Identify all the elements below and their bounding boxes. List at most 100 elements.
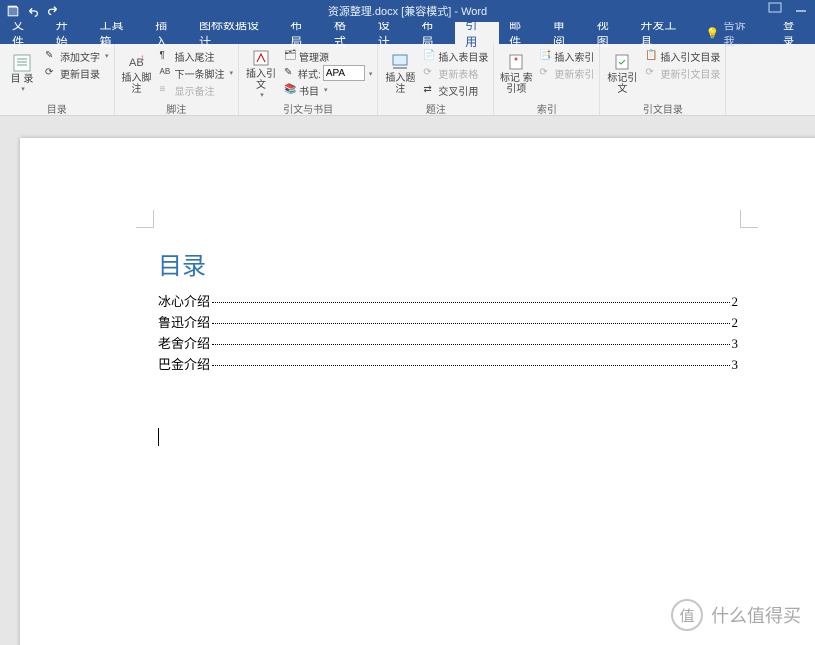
add-text-button[interactable]: ✎添加文字 [43,48,111,64]
mark-citation-icon [612,52,632,72]
toc-entry[interactable]: 老舍介绍3 [158,333,738,352]
page: 目录 冰心介绍2鲁迅介绍2老舍介绍3巴金介绍3 [20,138,815,645]
update-table-icon: ⟳ [423,67,435,79]
next-footnote-label: 下一条脚注 [175,66,225,81]
toc-entry-text: 冰心介绍 [158,291,210,310]
group-toc: 目 录 ✎添加文字 ⟳更新目录 目录 [0,44,115,115]
footnote-icon: AB1 [127,52,147,72]
manage-sources-label: 管理源 [299,49,329,64]
toc-entry-page: 2 [732,315,739,331]
insert-footnote-button[interactable]: AB1 插入脚注 [118,46,156,100]
title-bar: 资源整理.docx [兼容模式] - Word [0,0,815,22]
window-controls [767,0,809,16]
citation-icon [251,48,271,68]
quick-access-toolbar [0,4,60,18]
redo-icon[interactable] [46,4,60,18]
citation-style-row: ✎ 样式: [282,65,374,81]
biblio-icon: 📚 [284,84,296,96]
group-toc-label: 目录 [3,100,111,117]
insert-index-button[interactable]: 📑插入索引 [537,48,596,64]
style-dropdown-icon[interactable] [367,68,373,79]
biblio-label: 书目 [299,83,319,98]
tab-home[interactable]: 开始 [46,22,90,44]
cross-reference-button[interactable]: ⇄交叉引用 [421,82,490,98]
window-title: 资源整理.docx [兼容模式] - Word [328,3,487,19]
add-text-icon: ✎ [45,50,57,62]
toc-button[interactable]: 目 录 [3,46,41,100]
ribbon-options-icon[interactable] [767,0,783,16]
svg-text:1: 1 [141,56,145,62]
tab-developer[interactable]: 开发工具 [630,22,698,44]
add-text-label: 添加文字 [60,49,100,64]
group-index-label: 索引 [497,100,596,117]
tab-toolbox[interactable]: 工具箱 [90,22,146,44]
watermark-icon: 值 [671,599,703,631]
lightbulb-icon: 💡 [706,27,720,40]
update-toa-icon: ⟳ [645,67,657,79]
update-toa-label: 更新引文目录 [660,66,720,81]
insert-endnote-button[interactable]: ¶插入尾注 [158,48,236,64]
update-index-button: ⟳更新索引 [537,65,596,81]
tab-format[interactable]: 格式 [324,22,368,44]
endnote-label: 插入尾注 [175,49,215,64]
toc-entry-text: 巴金介绍 [158,354,210,373]
update-icon: ⟳ [45,67,57,79]
watermark-text: 什么值得买 [711,602,801,628]
insert-tof-button[interactable]: 📄插入表目录 [421,48,490,64]
citation-style-select[interactable] [323,65,365,81]
toc-leader-dots [212,365,729,366]
document-area[interactable]: 目录 冰心介绍2鲁迅介绍2老舍介绍3巴金介绍3 值 什么值得买 [0,116,815,645]
mark-index-button[interactable]: 标记 索引项 [497,46,535,100]
group-footnotes-label: 脚注 [118,100,236,117]
tab-design[interactable]: 设计 [368,22,412,44]
toc-entry[interactable]: 巴金介绍 3 [158,354,738,373]
next-footnote-icon: AB [160,67,172,79]
undo-icon[interactable] [26,4,40,18]
insert-index-icon: 📑 [539,50,551,62]
manage-sources-button[interactable]: 🗂管理源 [282,48,374,64]
show-notes-label: 显示备注 [175,83,215,98]
insert-toa-icon: 📋 [645,50,657,62]
update-index-icon: ⟳ [539,67,551,79]
mark-citation-button[interactable]: 标记引文 [603,46,641,100]
next-footnote-button[interactable]: AB下一条脚注 [158,65,236,81]
tab-view[interactable]: 视图 [587,22,631,44]
tab-references[interactable]: 引用 [455,22,499,44]
caption-label: 插入题注 [383,73,417,95]
insert-citation-button[interactable]: 插入引文 [242,46,280,100]
tof-icon: 📄 [423,50,435,62]
toc-entry-page: 3 [732,357,739,373]
toc-label: 目 录 [11,74,34,85]
ribbon: 目 录 ✎添加文字 ⟳更新目录 目录 AB1 插入脚注 ¶插入尾注 AB下一条脚… [0,44,815,116]
group-citations-label: 引文与书目 [242,100,374,117]
toc-entry[interactable]: 鲁迅介绍2 [158,312,738,331]
citation-label: 插入引文 [244,69,278,91]
tab-insert[interactable]: 插入 [145,22,189,44]
insert-toa-button[interactable]: 📋插入引文目录 [643,48,722,64]
group-index: 标记 索引项 📑插入索引 ⟳更新索引 索引 [494,44,600,115]
update-toc-label: 更新目录 [60,66,100,81]
tell-me[interactable]: 💡 告诉我... [698,22,773,44]
insert-caption-button[interactable]: 插入题注 [381,46,419,100]
group-citations: 插入引文 🗂管理源 ✎ 样式: 📚书目 引文与书目 [239,44,378,115]
tof-label: 插入表目录 [438,49,488,64]
tab-chart-design[interactable]: 图标数据设计 [189,22,280,44]
update-toc-button[interactable]: ⟳更新目录 [43,65,111,81]
tab-review[interactable]: 审阅 [543,22,587,44]
mark-index-icon [506,52,526,72]
tab-mail[interactable]: 邮件 [499,22,543,44]
crossref-icon: ⇄ [423,84,435,96]
tab-file[interactable]: 文件 [2,22,46,44]
toc-entry[interactable]: 冰心介绍2 [158,291,738,310]
minimize-icon[interactable] [793,0,809,16]
save-icon[interactable] [6,4,20,18]
mark-citation-label: 标记引文 [605,73,639,95]
toc-leader-dots [212,302,729,303]
bibliography-button[interactable]: 📚书目 [282,82,374,98]
mark-index-label: 标记 索引项 [499,73,533,95]
login-button[interactable]: 登录 [773,22,815,44]
tab-layout-chart[interactable]: 布局 [280,22,324,44]
tab-page-layout[interactable]: 布局 [412,22,456,44]
show-notes-icon: ≡ [160,84,172,96]
toc-heading[interactable]: 目录 [158,246,738,281]
